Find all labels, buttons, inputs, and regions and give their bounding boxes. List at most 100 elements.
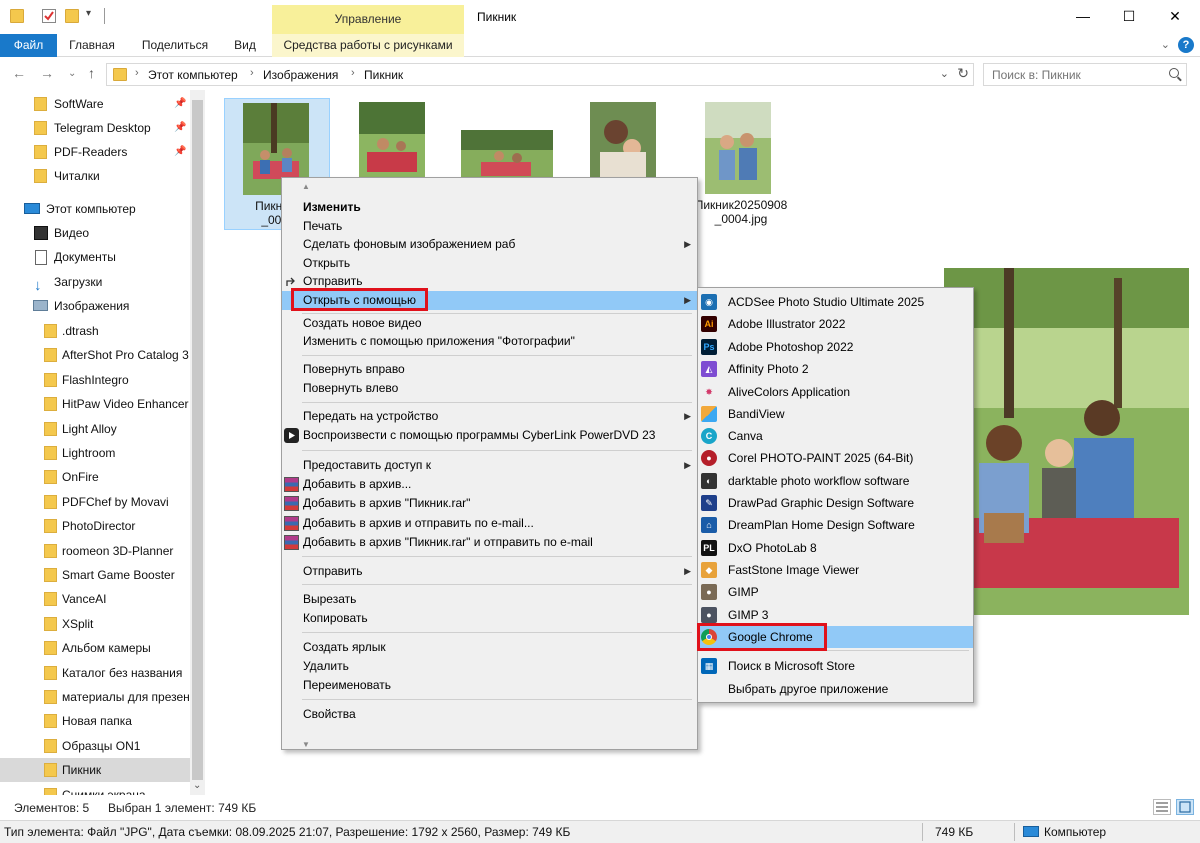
nav-item-folder[interactable]: Образцы ON1 [0, 734, 190, 758]
nav-item-software[interactable]: SoftWare 📌 [0, 92, 190, 116]
nav-item-folder[interactable]: FlashIntegro [0, 368, 190, 392]
nav-item-folder[interactable]: .dtrash [0, 319, 190, 343]
nav-item-folder[interactable]: HitPaw Video Enhancer [0, 392, 190, 416]
refresh-icon[interactable]: ↻ [957, 65, 969, 82]
properties-icon[interactable] [42, 9, 56, 23]
app-corel-photo-paint[interactable]: ● Corel PHOTO-PAINT 2025 (64-Bit) [698, 447, 973, 469]
breadcrumb-pictures[interactable]: Изображения [263, 68, 338, 82]
menu-item-archive-email[interactable]: Добавить в архив и отправить по e-mail..… [282, 514, 697, 533]
minimize-button[interactable]: — [1060, 2, 1106, 30]
app-affinity-photo[interactable]: ◭ Affinity Photo 2 [698, 358, 973, 380]
menu-item-properties[interactable]: Свойства [282, 705, 697, 724]
menu-item-open[interactable]: Открыть [282, 254, 697, 273]
menu-item-open-with[interactable]: Открыть с помощью ▶ [282, 291, 697, 310]
app-photoshop[interactable]: Ps Adobe Photoshop 2022 [698, 336, 973, 358]
nav-item-folder[interactable]: Альбом камеры [0, 636, 190, 660]
forward-arrow-icon[interactable]: → [40, 65, 54, 81]
app-google-chrome[interactable]: Google Chrome [698, 626, 973, 648]
breadcrumb-picnic[interactable]: Пикник [364, 68, 403, 82]
up-arrow-icon[interactable]: ↑ [88, 65, 95, 81]
breadcrumb-separator-icon[interactable]: › [135, 67, 139, 79]
nav-item-folder[interactable]: Smart Game Booster [0, 563, 190, 587]
menu-item-rotate-right[interactable]: Повернуть вправо [282, 360, 697, 379]
search-box[interactable] [983, 63, 1187, 86]
app-alivecolors[interactable]: ✸ AliveColors Application [698, 381, 973, 403]
menu-item-set-wallpaper[interactable]: Сделать фоновым изображением раб ▶ [282, 235, 697, 254]
search-input[interactable] [984, 64, 1154, 85]
breadcrumb-separator-icon[interactable]: › [250, 67, 254, 79]
details-view-icon[interactable] [1153, 799, 1171, 815]
nav-item-folder[interactable]: Снимки экрана [0, 783, 190, 795]
menu-scroll-up-icon[interactable]: ▲ [302, 182, 310, 191]
choose-other-app[interactable]: Выбрать другое приложение [698, 678, 973, 700]
tab-picture-tools[interactable]: Средства работы с рисунками [272, 34, 464, 57]
app-dreamplan[interactable]: ⌂ DreamPlan Home Design Software [698, 514, 973, 536]
nav-item-folder[interactable]: roomeon 3D-Planner [0, 539, 190, 563]
quick-access-dropdown-icon[interactable]: ▾ [86, 8, 100, 22]
menu-item-edit[interactable]: Изменить [282, 198, 697, 217]
nav-item-folder[interactable]: PDFChef by Movavi [0, 490, 190, 514]
file-tile[interactable]: Пикник20250908 _0004.jpg [688, 98, 794, 230]
tab-file[interactable]: Файл [0, 34, 57, 57]
app-illustrator[interactable]: Ai Adobe Illustrator 2022 [698, 313, 973, 335]
menu-item-create-shortcut[interactable]: Создать ярлык [282, 638, 697, 657]
nav-item-readers[interactable]: Читалки [0, 164, 190, 188]
nav-item-video[interactable]: Видео [0, 221, 190, 245]
maximize-button[interactable]: ☐ [1106, 2, 1152, 30]
menu-item-give-access[interactable]: Предоставить доступ к ▶ [282, 456, 697, 475]
menu-item-print[interactable]: Печать [282, 217, 697, 236]
app-microsoft-store-search[interactable]: ▦ Поиск в Microsoft Store [698, 655, 973, 677]
menu-item-share[interactable]: Отправить [282, 272, 697, 291]
search-icon[interactable] [1169, 68, 1179, 78]
nav-item-this-pc[interactable]: Этот компьютер [0, 197, 190, 221]
menu-item-rename[interactable]: Переименовать [282, 676, 697, 695]
scroll-down-icon[interactable]: ⌄ [193, 780, 201, 791]
app-drawpad[interactable]: ✎ DrawPad Graphic Design Software [698, 492, 973, 514]
nav-item-downloads[interactable]: ↓ Загрузки [0, 270, 190, 294]
menu-item-copy[interactable]: Копировать [282, 609, 697, 628]
nav-item-pictures[interactable]: Изображения [0, 294, 190, 318]
menu-item-archive-rar-email[interactable]: Добавить в архив "Пикник.rar" и отправит… [282, 533, 697, 552]
menu-item-create-video[interactable]: Создать новое видео [282, 314, 697, 333]
menu-item-delete[interactable]: Удалить [282, 657, 697, 676]
nav-item-folder[interactable]: материалы для презен [0, 685, 190, 709]
nav-scrollbar[interactable] [190, 90, 205, 795]
nav-item-folder[interactable]: PhotoDirector [0, 514, 190, 538]
menu-item-cast-to-device[interactable]: Передать на устройство ▶ [282, 407, 697, 426]
app-gimp[interactable]: ● GIMP [698, 581, 973, 603]
tab-view[interactable]: Вид [228, 34, 262, 57]
breadcrumb-separator-icon[interactable]: › [351, 67, 355, 79]
nav-item-folder[interactable]: VanceAI [0, 587, 190, 611]
app-gimp-3[interactable]: ● GIMP 3 [698, 604, 973, 626]
nav-item-folder[interactable]: Каталог без названия [0, 661, 190, 685]
menu-item-powerdvd[interactable]: Воспроизвести с помощью программы CyberL… [282, 426, 697, 445]
address-dropdown-icon[interactable]: ⌄ [940, 67, 949, 80]
nav-item-pdf-readers[interactable]: PDF-Readers 📌 [0, 140, 190, 164]
ribbon-expand-icon[interactable]: ⌄ [1161, 38, 1170, 51]
address-bar[interactable]: › Этот компьютер › Изображения › Пикник … [106, 63, 974, 86]
close-button[interactable]: ✕ [1152, 2, 1198, 30]
app-canva[interactable]: C Canva [698, 425, 973, 447]
tab-share[interactable]: Поделиться [135, 34, 215, 57]
nav-item-folder[interactable]: Lightroom [0, 441, 190, 465]
menu-item-rotate-left[interactable]: Повернуть влево [282, 379, 697, 398]
nav-item-folder[interactable]: Пикник [0, 758, 190, 783]
recent-dropdown-icon[interactable]: ⌄ [68, 68, 76, 79]
breadcrumb-this-pc[interactable]: Этот компьютер [148, 68, 238, 82]
nav-item-folder[interactable]: OnFire [0, 465, 190, 489]
app-dxo-photolab[interactable]: PL DxO PhotoLab 8 [698, 537, 973, 559]
app-faststone[interactable]: ◆ FastStone Image Viewer [698, 559, 973, 581]
manage-tab[interactable]: Управление [272, 5, 464, 34]
menu-item-add-archive-rar[interactable]: Добавить в архив "Пикник.rar" [282, 494, 697, 513]
back-arrow-icon[interactable]: ← [12, 65, 26, 81]
nav-item-folder[interactable]: AfterShot Pro Catalog 3 [0, 343, 190, 367]
menu-scroll-down-icon[interactable]: ▼ [302, 740, 310, 749]
nav-item-folder[interactable]: Light Alloy [0, 417, 190, 441]
nav-item-documents[interactable]: Документы [0, 245, 190, 269]
help-icon[interactable]: ? [1178, 37, 1194, 53]
app-darktable[interactable]: ◐ darktable photo workflow software [698, 470, 973, 492]
menu-item-send-to[interactable]: Отправить ▶ [282, 562, 697, 581]
scrollbar-thumb[interactable] [192, 100, 203, 780]
new-folder-icon[interactable] [65, 9, 79, 23]
nav-item-folder[interactable]: XSplit [0, 612, 190, 636]
